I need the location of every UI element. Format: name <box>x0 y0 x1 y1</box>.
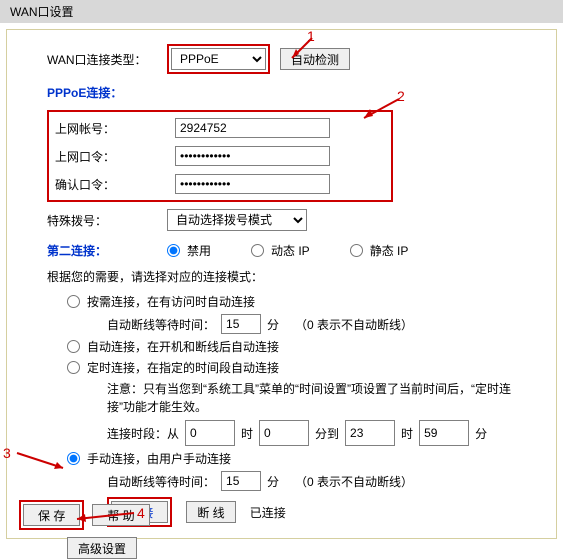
wait-unit-2: 分 <box>267 473 279 490</box>
wan-type-label: WAN口连接类型： <box>47 51 167 68</box>
annotation-1: 1 <box>307 28 315 44</box>
period-to-h[interactable] <box>345 420 395 446</box>
second-conn-label: 第二连接： <box>47 242 167 259</box>
wan-type-select[interactable]: PPPoE <box>171 48 266 70</box>
confirm-input[interactable] <box>175 174 330 194</box>
period-m2: 分 <box>475 425 487 442</box>
mode-ondemand-radio[interactable] <box>67 295 80 308</box>
username-input[interactable] <box>175 118 330 138</box>
dialmode-label: 特殊拨号： <box>47 212 167 229</box>
pppoe-section-label: PPPoE连接： <box>47 84 122 101</box>
wait-note-2: （0 表示不自动断线） <box>295 473 413 490</box>
window-title: WAN口设置 <box>0 0 563 23</box>
dialmode-select[interactable]: 自动选择拨号模式 <box>167 209 307 231</box>
period-from-h[interactable] <box>185 420 235 446</box>
confirm-label: 确认口令： <box>55 176 175 193</box>
mode-explain-text: 根据您的需要，请选择对应的连接模式： <box>47 268 526 285</box>
mode-ondemand-label: 按需连接，在有访问时自动连接 <box>87 293 255 310</box>
connection-status: 已连接 <box>250 504 286 521</box>
mode-auto-radio[interactable] <box>67 340 80 353</box>
wait-unit-1: 分 <box>267 316 279 333</box>
annotation-3: 3 <box>3 445 11 461</box>
wait-input-2[interactable] <box>221 471 261 491</box>
second-dyn-label: 动态 IP <box>271 242 310 259</box>
mode-manual-label: 手动连接，由用户手动连接 <box>87 450 231 467</box>
wait-label-2: 自动断线等待时间： <box>107 473 215 490</box>
second-dyn-radio[interactable] <box>251 244 264 257</box>
disconnect-button[interactable]: 断 线 <box>186 501 235 523</box>
period-label: 连接时段：从 <box>107 425 179 442</box>
annotation-2: 2 <box>397 88 405 104</box>
period-h1: 时 <box>241 425 253 442</box>
annotation-4: 4 <box>137 505 145 521</box>
mode-timed-radio[interactable] <box>67 361 80 374</box>
wait-note-1: （0 表示不自动断线） <box>295 316 413 333</box>
period-from-m[interactable] <box>259 420 309 446</box>
period-h2: 时 <box>401 425 413 442</box>
second-disable-radio[interactable] <box>167 244 180 257</box>
mode-auto-label: 自动连接，在开机和断线后自动连接 <box>87 338 279 355</box>
period-to-m[interactable] <box>419 420 469 446</box>
second-static-label: 静态 IP <box>370 242 409 259</box>
second-disable-label: 禁用 <box>187 242 211 259</box>
auto-detect-button[interactable]: 自动检测 <box>280 48 350 70</box>
mode-manual-radio[interactable] <box>67 452 80 465</box>
password-label: 上网口令： <box>55 148 175 165</box>
content-panel: WAN口连接类型： PPPoE 自动检测 PPPoE连接： 上网帐号： 上网口令… <box>6 29 557 539</box>
username-label: 上网帐号： <box>55 120 175 137</box>
advanced-button[interactable]: 高级设置 <box>67 537 137 559</box>
timed-note: 注意：只有当您到“系统工具”菜单的“时间设置”项设置了当前时间后，“定时连接”功… <box>107 382 511 414</box>
wait-input-1[interactable] <box>221 314 261 334</box>
password-input[interactable] <box>175 146 330 166</box>
second-static-radio[interactable] <box>350 244 363 257</box>
save-button[interactable]: 保 存 <box>23 504 80 526</box>
period-to: 分到 <box>315 425 339 442</box>
mode-timed-label: 定时连接，在指定的时间段自动连接 <box>87 359 279 376</box>
wait-label-1: 自动断线等待时间： <box>107 316 215 333</box>
